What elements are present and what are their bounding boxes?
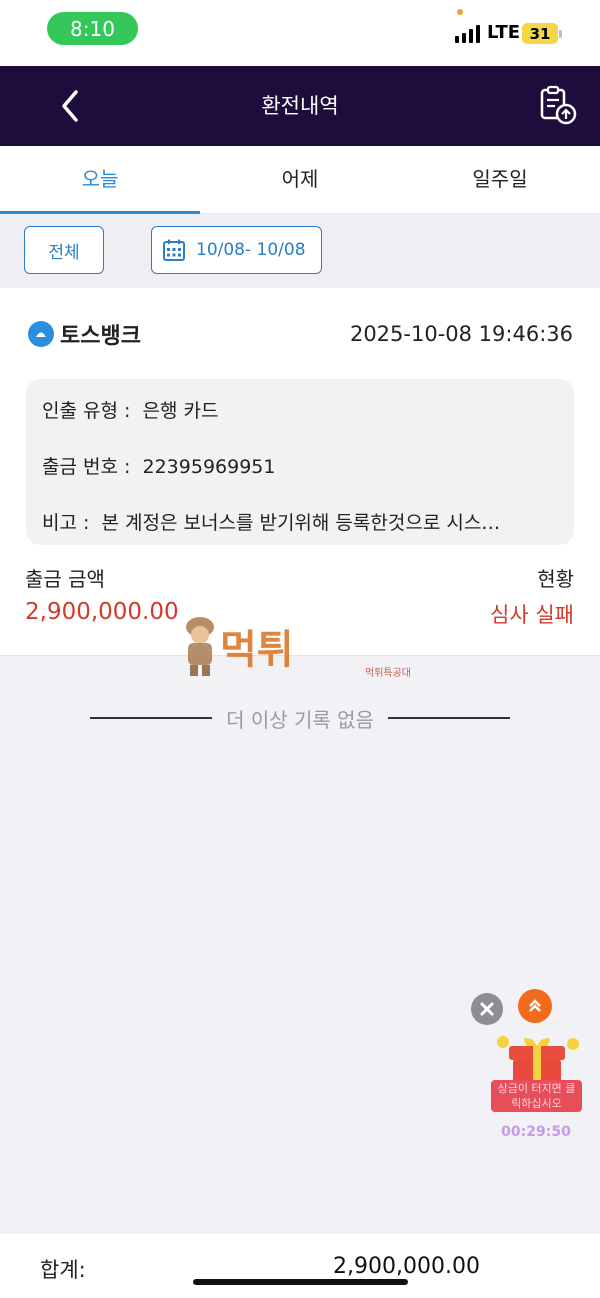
tab-today[interactable]: 오늘 bbox=[0, 146, 200, 214]
double-chevron-up-icon bbox=[529, 999, 541, 1012]
record-details: 인출 유형 : 은행 카드 출금 번호 : 22395969951 비고 : 본… bbox=[26, 379, 574, 545]
detail-value: 본 계정은 보너스를 받기위해 등록한것으로 시스… bbox=[101, 512, 501, 534]
close-icon bbox=[480, 1002, 494, 1016]
battery-tip bbox=[559, 30, 562, 38]
amount-value: 2,900,000.00 bbox=[25, 599, 179, 625]
withdrawal-record[interactable]: 토스뱅크 2025-10-08 19:46:36 인출 유형 : 은행 카드 출… bbox=[0, 288, 600, 656]
gift-banner[interactable]: 상금이 터지면 클 릭하십시오 bbox=[491, 1080, 582, 1112]
clipboard-upload-icon bbox=[540, 85, 577, 125]
tab-week[interactable]: 일주일 bbox=[400, 146, 600, 213]
close-promo-button[interactable] bbox=[471, 993, 503, 1025]
home-indicator[interactable] bbox=[193, 1279, 408, 1285]
promo-timer: 00:29:50 bbox=[501, 1124, 571, 1140]
calendar-icon bbox=[163, 239, 185, 261]
bank-name: 토스뱅크 bbox=[60, 324, 141, 349]
total-footer: 합계: 2,900,000.00 bbox=[0, 1234, 600, 1298]
end-of-list: 더 이상 기록 없음 bbox=[0, 700, 600, 736]
battery-icon: 31 bbox=[522, 23, 558, 44]
divider-right bbox=[387, 717, 510, 719]
divider-left bbox=[90, 717, 213, 719]
total-label: 합계: bbox=[40, 1258, 86, 1282]
record-datetime: 2025-10-08 19:46:36 bbox=[349, 322, 573, 346]
watermark-subtext: 먹튀특공대 bbox=[365, 668, 411, 679]
detail-note: 비고 : 본 계정은 보너스를 받기위해 등록한것으로 시스… bbox=[42, 508, 557, 535]
filter-bar: 전체 10/08- 10/08 bbox=[0, 215, 600, 287]
gift-banner-line2: 릭하십시오 bbox=[511, 1097, 562, 1110]
detail-label: 출금 번호 : bbox=[42, 456, 131, 478]
signal-icon bbox=[455, 25, 480, 43]
export-button[interactable] bbox=[536, 84, 580, 128]
toss-bank-icon bbox=[28, 321, 54, 347]
tab-yesterday[interactable]: 어제 bbox=[200, 146, 400, 213]
scroll-top-button[interactable] bbox=[518, 989, 552, 1023]
date-tabs: 오늘 어제 일주일 bbox=[0, 146, 600, 214]
detail-withdraw-number: 출금 번호 : 22395969951 bbox=[42, 452, 557, 479]
detail-label: 비고 : bbox=[42, 512, 90, 534]
date-range-button[interactable]: 10/08- 10/08 bbox=[151, 226, 322, 274]
no-more-records-text: 더 이상 기록 없음 bbox=[226, 707, 374, 732]
filter-all-button[interactable]: 전체 bbox=[24, 226, 104, 274]
detail-value: 22395969951 bbox=[142, 456, 276, 478]
privacy-indicator bbox=[457, 9, 463, 15]
detail-value: 은행 카드 bbox=[142, 400, 219, 422]
watermark: 먹튀 먹튀특공대 bbox=[180, 615, 411, 681]
status-label: 현황 bbox=[537, 567, 574, 591]
watermark-text: 먹튀 bbox=[220, 627, 294, 673]
status-time: 8:10 bbox=[47, 12, 138, 45]
page-title: 환전내역 bbox=[261, 94, 339, 118]
app-header: 환전내역 bbox=[0, 66, 600, 146]
status-value: 심사 실패 bbox=[490, 603, 574, 627]
status-bar: 8:10 LTE 31 bbox=[0, 0, 600, 66]
total-value: 2,900,000.00 bbox=[333, 1254, 480, 1279]
amount-label: 출금 금액 bbox=[25, 567, 105, 591]
detail-label: 인출 유형 : bbox=[42, 400, 131, 422]
bank-info: 토스뱅크 bbox=[28, 318, 141, 350]
gift-banner-line1: 상금이 터지면 클 bbox=[497, 1082, 576, 1095]
detail-withdraw-type: 인출 유형 : 은행 카드 bbox=[42, 396, 557, 423]
soldier-mascot-icon bbox=[186, 617, 214, 676]
network-label: LTE bbox=[487, 22, 521, 43]
date-range-label: 10/08- 10/08 bbox=[196, 240, 306, 260]
